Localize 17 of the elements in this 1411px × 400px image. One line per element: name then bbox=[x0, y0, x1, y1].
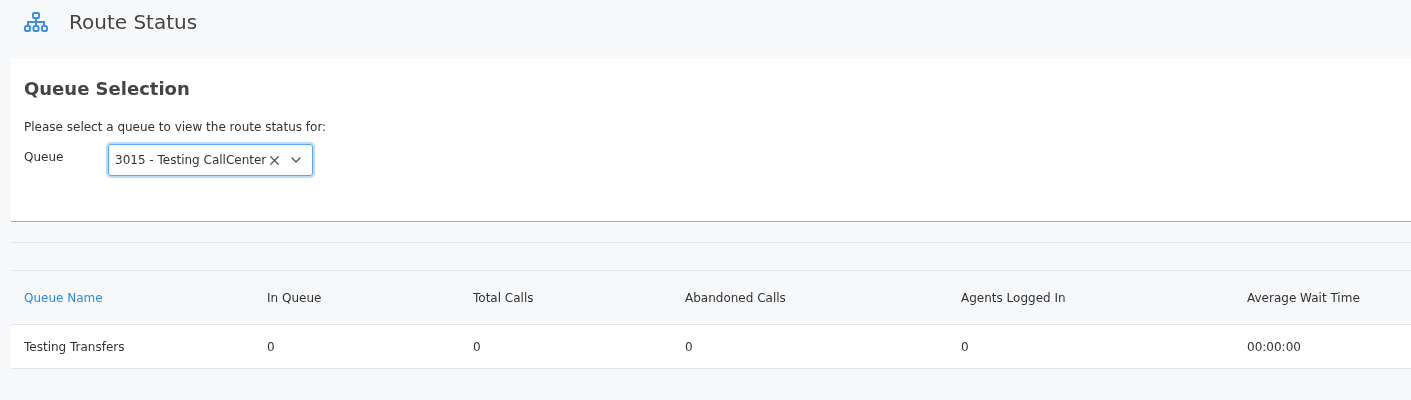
table-cell-text: 00:00:00 bbox=[1247, 338, 1302, 356]
table-cell-text: 0 bbox=[267, 338, 276, 356]
column-header[interactable]: Abandoned Calls bbox=[685, 288, 961, 307]
queue-select[interactable]: 3015 - Testing CallCenter bbox=[108, 144, 313, 176]
page-title: Route Status bbox=[69, 9, 198, 36]
hierarchy-icon bbox=[24, 12, 48, 32]
column-header[interactable]: Average Wait Time bbox=[1247, 288, 1411, 307]
column-header[interactable]: In Queue bbox=[267, 288, 473, 307]
table-cell-text: Testing Transfers bbox=[24, 338, 126, 356]
table-cell-text: 0 bbox=[961, 338, 970, 356]
column-header[interactable]: Total Calls bbox=[473, 288, 685, 307]
card-heading: Queue Selection bbox=[24, 77, 191, 101]
prompt-text: Please select a queue to view the route status for: bbox=[24, 119, 328, 136]
table-cell-text: 0 bbox=[685, 338, 694, 356]
column-header[interactable]: Agents Logged In bbox=[961, 288, 1247, 307]
table-cell-text: 0 bbox=[473, 338, 482, 356]
queue-label: Queue bbox=[24, 149, 65, 166]
